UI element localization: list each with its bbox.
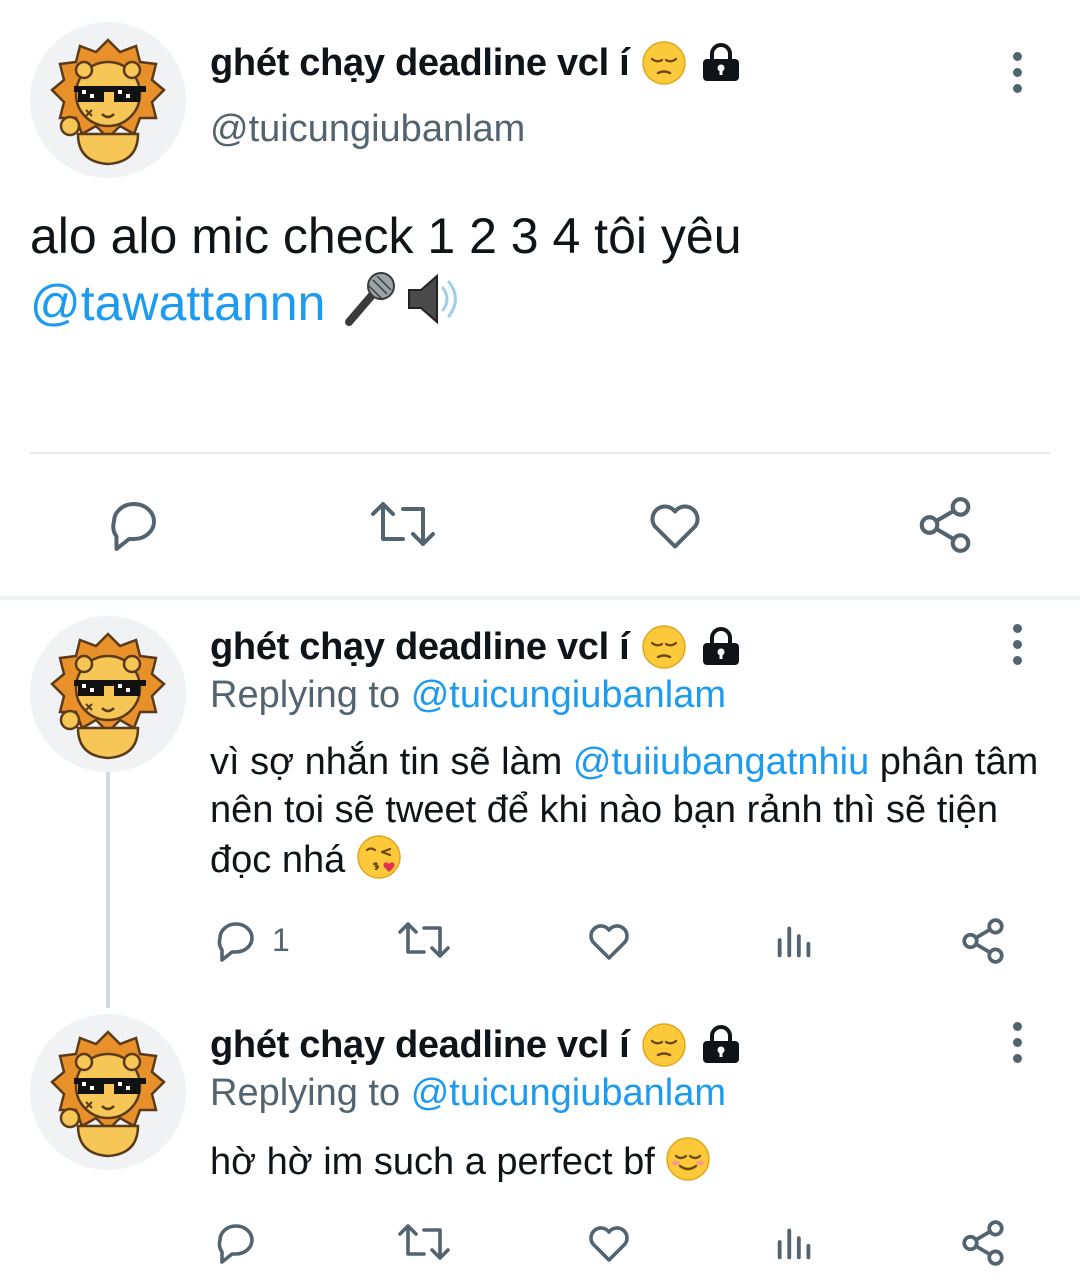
retweet-button[interactable]: [396, 916, 452, 964]
more-dot-icon: [1012, 1037, 1022, 1047]
pensive-face-icon: [641, 40, 687, 86]
replying-handle-link[interactable]: @tuicungiubanlam: [411, 674, 726, 716]
more-dot-icon: [1012, 83, 1022, 93]
reply-button[interactable]: [104, 494, 164, 554]
retweet-icon: [398, 1224, 450, 1260]
reply-icon: [111, 502, 156, 551]
more-dot-icon: [1012, 67, 1022, 77]
replying-handle-link[interactable]: @tuicungiubanlam: [411, 1072, 726, 1114]
display-name[interactable]: ghét chạy deadline vcl í: [210, 1024, 630, 1067]
share-button[interactable]: [958, 916, 1008, 966]
reply-text-before: vì sợ nhắn tin sẽ làm: [210, 741, 563, 783]
mention-link[interactable]: @tawattannn: [30, 275, 325, 331]
analytics-button[interactable]: [772, 916, 818, 964]
share-icon: [919, 497, 971, 553]
lock-icon: [699, 625, 743, 669]
display-name[interactable]: ghét chạy deadline vcl í: [210, 626, 630, 669]
heart-icon: [589, 1226, 629, 1262]
speaker-emoji-icon: [401, 268, 463, 330]
pensive-face-icon: [641, 1022, 687, 1068]
reply-icon: [217, 1224, 254, 1264]
share-icon: [962, 1220, 1004, 1266]
more-options-button[interactable]: [1002, 614, 1032, 674]
analytics-icon: [777, 1228, 811, 1260]
lion-avatar-icon: [30, 1014, 186, 1170]
more-options-button[interactable]: [1002, 42, 1032, 102]
relieved-face-emoji-icon: [665, 1136, 711, 1182]
reply-count: 1: [272, 921, 290, 958]
pensive-face-icon: [641, 624, 687, 670]
heart-icon: [589, 924, 629, 960]
reply-button[interactable]: 1: [212, 916, 290, 964]
replying-prefix: Replying to: [210, 674, 401, 716]
lion-avatar-icon: [30, 22, 186, 178]
reply2-text: hờ hờ im such a perfect bf: [210, 1136, 1050, 1186]
section-divider: [0, 596, 1080, 600]
retweet-icon: [398, 922, 450, 958]
reply2-author-row: ghét chạy deadline vcl í: [210, 1022, 743, 1068]
tweet-text-line: alo alo mic check 1 2 3 4 tôi yêu: [30, 208, 742, 264]
replying-prefix: Replying to: [210, 1072, 401, 1114]
analytics-icon: [777, 926, 811, 958]
lion-avatar-icon: [30, 616, 186, 772]
analytics-button[interactable]: [772, 1218, 818, 1266]
mention-link[interactable]: @tuiiubangatnhiu: [573, 741, 869, 783]
reply1-avatar[interactable]: [30, 616, 186, 772]
more-options-button[interactable]: [1002, 1012, 1032, 1072]
retweet-button[interactable]: [396, 1218, 452, 1266]
main-avatar[interactable]: [30, 22, 186, 178]
more-dot-icon: [1012, 1021, 1022, 1031]
more-dot-icon: [1012, 623, 1022, 633]
reply1-author-row: ghét chạy deadline vcl í: [210, 624, 743, 670]
reply-button[interactable]: [212, 1218, 260, 1266]
reply-icon: [217, 922, 254, 962]
more-dot-icon: [1012, 655, 1022, 665]
like-button[interactable]: [584, 916, 634, 964]
replying-to: Replying to @tuicungiubanlam: [210, 1072, 726, 1115]
thread-line: [106, 772, 110, 1008]
share-button[interactable]: [914, 494, 976, 556]
share-button[interactable]: [958, 1218, 1008, 1268]
main-author-row: ghét chạy deadline vcl í: [210, 40, 743, 86]
main-handle[interactable]: @tuicungiubanlam: [210, 108, 525, 151]
retweet-icon: [371, 502, 435, 546]
like-button[interactable]: [584, 1218, 634, 1266]
lock-icon: [699, 1023, 743, 1067]
reply-text: hờ hờ im such a perfect bf: [210, 1141, 655, 1183]
like-button[interactable]: [644, 494, 706, 554]
microphone-emoji-icon: [339, 268, 401, 330]
more-dot-icon: [1012, 639, 1022, 649]
heart-icon: [650, 504, 700, 549]
more-dot-icon: [1012, 1053, 1022, 1063]
main-tweet-text: alo alo mic check 1 2 3 4 tôi yêu @tawat…: [30, 204, 1040, 335]
lock-icon: [699, 41, 743, 85]
share-icon: [962, 918, 1004, 964]
more-dot-icon: [1012, 51, 1022, 61]
divider: [30, 452, 1050, 454]
replying-to: Replying to @tuicungiubanlam: [210, 674, 726, 717]
reply1-text: vì sợ nhắn tin sẽ làm @tuiiubangatnhiu p…: [210, 738, 1050, 884]
display-name[interactable]: ghét chạy deadline vcl í: [210, 42, 630, 85]
face-blowing-kiss-emoji-icon: [356, 834, 402, 880]
reply2-avatar[interactable]: [30, 1014, 186, 1170]
retweet-button[interactable]: [368, 494, 438, 554]
